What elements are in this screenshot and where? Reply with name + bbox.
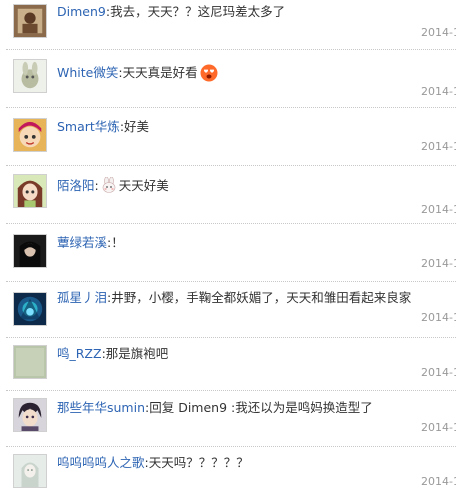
reply-content: 那是旗袍吧 — [105, 346, 169, 361]
reply-item: 鸣_RZZ:那是旗袍吧 2014-1 — [0, 337, 456, 390]
username-link[interactable]: 陌洛阳 — [57, 178, 95, 193]
row-separator — [6, 390, 456, 391]
reply-content: 天天吗？？？？？ — [148, 455, 249, 470]
row-separator — [6, 223, 456, 224]
reply-item: 蕈绿若溪:！ 2014-1 — [0, 223, 456, 281]
row-separator — [6, 337, 456, 338]
avatar[interactable] — [13, 59, 47, 93]
reply-line: 鸣_RZZ:那是旗袍吧 — [57, 346, 169, 361]
reply-item: 孤星丿泪:井野，小樱，手鞠全都妖媚了，天天和雏田看起来良家 2014-1 — [0, 281, 456, 337]
reply-content: 我去，天天？？这尼玛差太多了 — [110, 4, 286, 19]
avatar[interactable] — [13, 345, 47, 379]
reply-time: 2014-1 — [421, 311, 456, 324]
row-separator — [6, 49, 456, 50]
username-link[interactable]: 鸣_RZZ — [57, 346, 102, 361]
reply-time: 2014-1 — [421, 26, 456, 39]
reply-content: 回复 Dimen9 :我还以为是鸣妈换造型了 — [149, 400, 373, 415]
reply-list: Dimen9:我去，天天？？这尼玛差太多了 2014-1 White微笑:天天真… — [0, 0, 456, 496]
reply-time: 2014-1 — [421, 257, 456, 270]
row-separator — [6, 165, 456, 166]
reply-time: 2014-1 — [421, 85, 456, 98]
username-link[interactable]: 孤星丿泪 — [57, 290, 107, 305]
bunny-emoji-icon — [101, 177, 117, 193]
reply-item: Dimen9:我去，天天？？这尼玛差太多了 2014-1 — [0, 0, 456, 49]
reply-item: 呜呜呜呜人之歌:天天吗？？？？？ 2014-1 — [0, 446, 456, 496]
reply-content: ！ — [111, 235, 124, 250]
reply-item: White微笑:天天真是好看 2014-1 — [0, 49, 456, 107]
reply-item: 陌洛阳:天天好美 2014-1 — [0, 165, 456, 223]
username-link[interactable]: 呜呜呜呜人之歌 — [57, 455, 145, 470]
row-separator — [6, 446, 456, 447]
reply-line: 陌洛阳: 天天好美 — [57, 177, 169, 193]
reply-line: White微笑:天天真是好看 — [57, 64, 218, 82]
row-separator — [6, 107, 456, 108]
username-link[interactable]: White微笑 — [57, 65, 118, 80]
reply-content: 天天真是好看 — [122, 65, 198, 80]
avatar[interactable] — [13, 454, 47, 488]
avatar[interactable] — [13, 398, 47, 432]
reply-line: 呜呜呜呜人之歌:天天吗？？？？？ — [57, 455, 249, 470]
reply-content: 好美 — [124, 119, 150, 134]
avatar[interactable] — [13, 174, 47, 208]
username-link[interactable]: Dimen9 — [57, 4, 106, 19]
row-separator — [6, 281, 456, 282]
username-link[interactable]: Smart华炼 — [57, 119, 120, 134]
reply-item: Smart华炼:好美 2014-1 — [0, 107, 456, 165]
reply-time: 2014-1 — [421, 366, 456, 379]
avatar[interactable] — [13, 4, 47, 38]
username-link[interactable]: 那些年华sumin — [57, 400, 145, 415]
reply-time: 2014-1 — [421, 203, 456, 216]
reply-content: 井野，小樱，手鞠全都妖媚了，天天和雏田看起来良家 — [111, 290, 412, 305]
heart-eyes-emoji-icon — [200, 64, 218, 82]
username-link[interactable]: 蕈绿若溪 — [57, 235, 107, 250]
reply-time: 2014-1 — [421, 421, 456, 434]
reply-content: 天天好美 — [118, 178, 169, 193]
reply-item: 那些年华sumin:回复 Dimen9 :我还以为是鸣妈换造型了 2014-1 — [0, 390, 456, 446]
reply-time: 2014-1 — [421, 475, 456, 488]
reply-line: 孤星丿泪:井野，小樱，手鞠全都妖媚了，天天和雏田看起来良家 — [57, 290, 412, 305]
reply-time: 2014-1 — [421, 140, 456, 153]
avatar[interactable] — [13, 292, 47, 326]
reply-line: Smart华炼:好美 — [57, 119, 150, 134]
avatar[interactable] — [13, 234, 47, 268]
reply-line: 那些年华sumin:回复 Dimen9 :我还以为是鸣妈换造型了 — [57, 400, 373, 415]
reply-line: 蕈绿若溪:！ — [57, 235, 124, 250]
avatar[interactable] — [13, 118, 47, 152]
reply-line: Dimen9:我去，天天？？这尼玛差太多了 — [57, 4, 286, 19]
